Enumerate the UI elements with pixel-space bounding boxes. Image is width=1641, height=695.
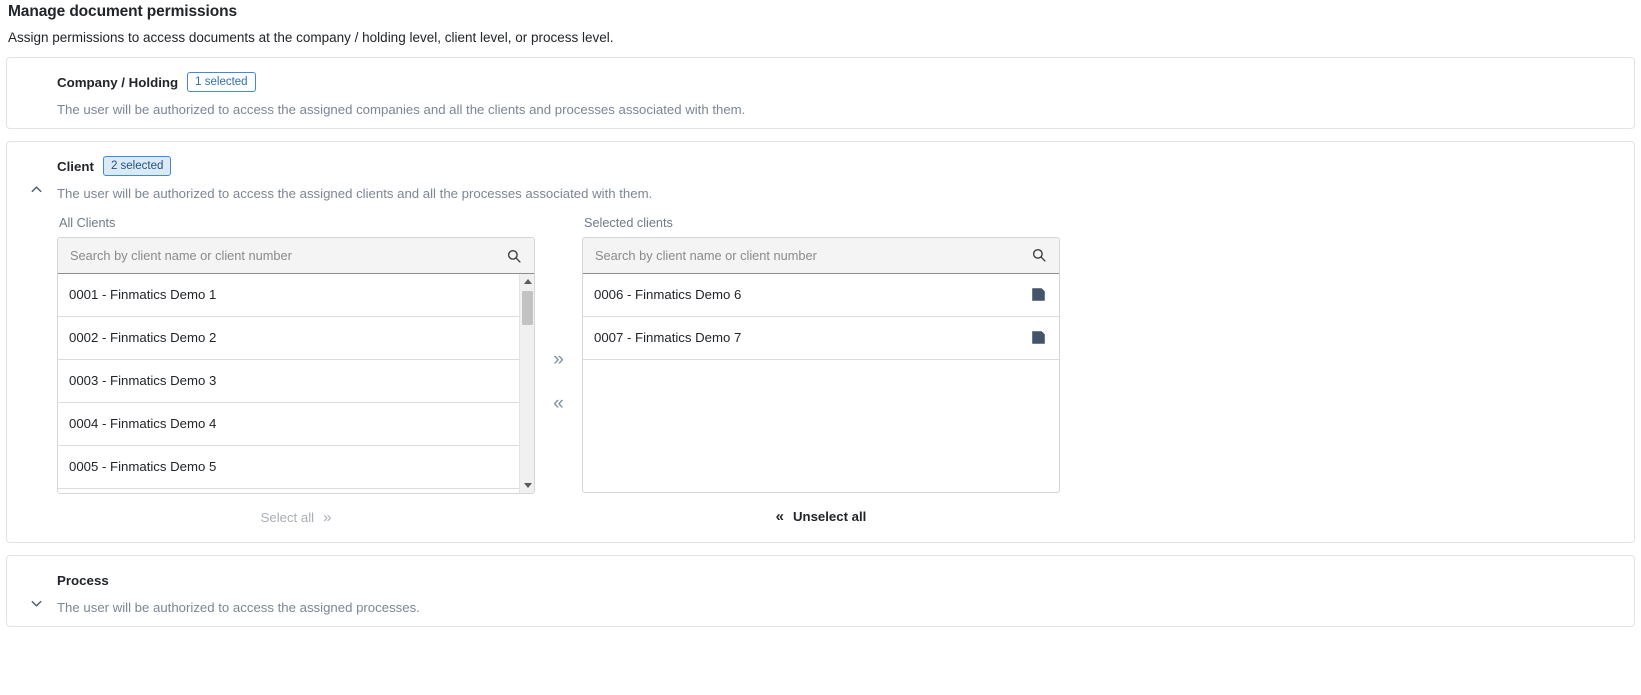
selected-clients-column: Selected clients 0006 - Finmatics Demo xyxy=(582,216,1060,527)
client-name: 0007 - Finmatics Demo 7 xyxy=(594,330,742,346)
selected-clients-list: 0006 - Finmatics Demo 6 0007 - Finmatics… xyxy=(583,273,1059,360)
process-heading: Process xyxy=(57,572,109,588)
all-clients-list: 0001 - Finmatics Demo 1 0002 - Finmatics… xyxy=(58,274,534,489)
client-name: 0003 - Finmatics Demo 3 xyxy=(69,373,217,389)
process-description: The user will be authorized to access th… xyxy=(57,600,420,615)
company-description: The user will be authorized to access th… xyxy=(57,102,746,117)
list-item[interactable]: 0006 - Finmatics Demo 6 xyxy=(583,273,1059,317)
double-chevron-left-icon: « xyxy=(775,507,785,525)
move-left-button[interactable]: « xyxy=(553,394,564,413)
client-selected-badge: 2 selected xyxy=(102,156,172,176)
search-icon[interactable] xyxy=(1031,247,1047,263)
all-clients-box: 0001 - Finmatics Demo 1 0002 - Finmatics… xyxy=(57,237,535,494)
double-chevron-right-icon: » xyxy=(323,508,332,526)
client-name: 0004 - Finmatics Demo 4 xyxy=(69,416,217,432)
company-header-row: Company / Holding 1 selected xyxy=(57,72,1634,92)
process-header-row: Process xyxy=(57,570,1634,590)
search-icon[interactable] xyxy=(506,248,522,264)
all-clients-search-input[interactable] xyxy=(70,248,506,263)
company-heading: Company / Holding xyxy=(57,74,179,90)
chevron-up-icon-client[interactable] xyxy=(25,182,47,200)
selected-clients-scroll-area: 0006 - Finmatics Demo 6 0007 - Finmatics… xyxy=(583,273,1059,492)
chevron-down-icon-process[interactable] xyxy=(25,596,47,614)
scrollbar-thumb[interactable] xyxy=(522,291,533,325)
selected-clients-search-row[interactable] xyxy=(583,238,1059,274)
client-heading: Client xyxy=(57,158,94,174)
section-client: Client 2 selected The user will be autho… xyxy=(6,141,1635,543)
all-clients-label: All Clients xyxy=(59,216,116,230)
page-title: Manage document permissions xyxy=(8,3,237,20)
client-name: 0006 - Finmatics Demo 6 xyxy=(594,287,742,303)
manage-document-permissions-page: Manage document permissions Assign permi… xyxy=(0,0,1641,695)
list-item[interactable]: 0001 - Finmatics Demo 1 xyxy=(58,274,534,317)
select-all-button[interactable]: Select all » xyxy=(57,506,535,528)
selected-clients-search-input[interactable] xyxy=(595,247,1031,263)
list-item[interactable]: 0005 - Finmatics Demo 5 xyxy=(58,446,534,489)
unselect-all-button[interactable]: « Unselect all xyxy=(582,505,1060,527)
client-name: 0005 - Finmatics Demo 5 xyxy=(69,459,217,475)
scroll-down-arrow-icon[interactable] xyxy=(520,478,534,493)
selected-clients-box: 0006 - Finmatics Demo 6 0007 - Finmatics… xyxy=(582,237,1060,493)
client-name: 0002 - Finmatics Demo 2 xyxy=(69,330,217,346)
page-subtitle: Assign permissions to access documents a… xyxy=(8,30,614,45)
client-name: 0001 - Finmatics Demo 1 xyxy=(69,287,217,303)
client-dual-list: All Clients 0001 - Finmatics Demo 1 xyxy=(57,216,1634,528)
list-item[interactable]: 0007 - Finmatics Demo 7 xyxy=(583,316,1059,360)
all-clients-scroll-area: 0001 - Finmatics Demo 1 0002 - Finmatics… xyxy=(58,274,534,493)
list-item[interactable]: 0004 - Finmatics Demo 4 xyxy=(58,403,534,446)
all-clients-column: All Clients 0001 - Finmatics Demo 1 xyxy=(57,216,535,528)
list-item[interactable]: 0003 - Finmatics Demo 3 xyxy=(58,360,534,403)
client-description: The user will be authorized to access th… xyxy=(57,186,653,201)
client-header-row: Client 2 selected xyxy=(57,156,1634,176)
save-icon[interactable] xyxy=(1030,329,1047,346)
all-clients-scrollbar[interactable] xyxy=(519,274,534,493)
unselect-all-label: Unselect all xyxy=(793,508,867,524)
transfer-controls: » « xyxy=(535,216,582,528)
all-clients-search-row[interactable] xyxy=(58,238,534,274)
section-company-holding: Company / Holding 1 selected The user wi… xyxy=(6,57,1635,161)
move-right-button[interactable]: » xyxy=(553,350,564,369)
scroll-up-arrow-icon[interactable] xyxy=(520,274,534,289)
section-process: Process The user will be authorized to a… xyxy=(6,555,1635,627)
selected-clients-label: Selected clients xyxy=(584,216,673,230)
company-selected-badge: 1 selected xyxy=(187,72,256,92)
save-icon[interactable] xyxy=(1030,286,1047,303)
select-all-label: Select all xyxy=(260,509,315,525)
list-item[interactable]: 0002 - Finmatics Demo 2 xyxy=(58,317,534,360)
